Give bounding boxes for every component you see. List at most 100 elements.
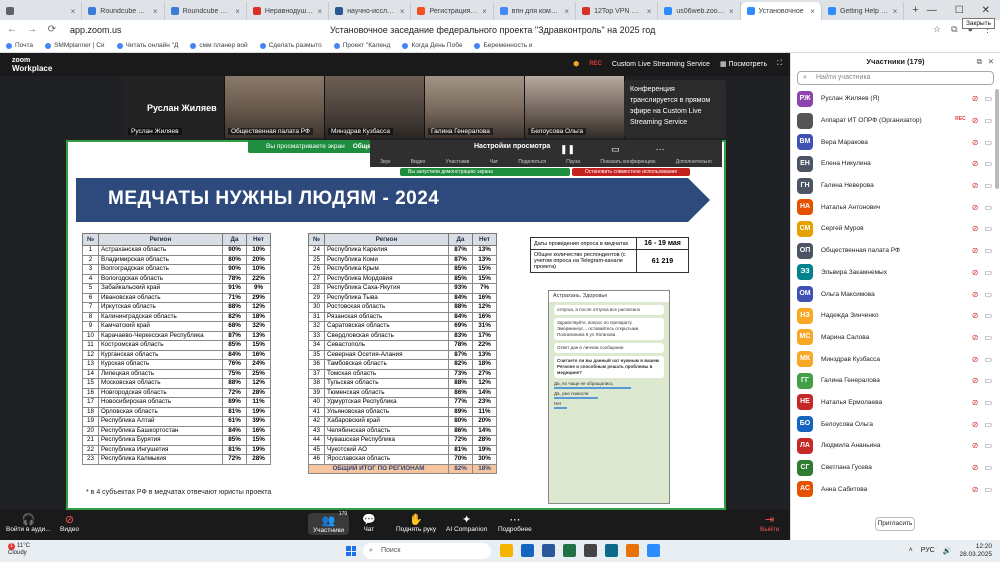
panel-scrollbar[interactable] [995, 89, 999, 189]
close-tab-icon[interactable]: × [893, 7, 898, 16]
participant-row[interactable]: РЖ Руслан Жиляев (Я) ⊘ ▭ [791, 88, 1000, 110]
participant-row[interactable]: ГГ Галина Генералова ⊘ ▭ [791, 370, 1000, 392]
video-tile[interactable]: Белоусова Ольга [525, 76, 625, 138]
url-field[interactable]: app.zoom.us [70, 25, 122, 35]
participant-row[interactable]: НЕ Наталья Ермолаева ⊘ ▭ [791, 392, 1000, 414]
app-icon[interactable] [584, 544, 597, 557]
participant-row[interactable]: ЕН Елена Никулина ⊘ ▭ [791, 153, 1000, 175]
extensions-icon[interactable]: ⧉ [951, 24, 957, 35]
chat-button[interactable]: 💬 Чат [362, 513, 376, 533]
back-icon[interactable]: ← [6, 24, 18, 35]
browser-tab[interactable]: впн для компьюто× [494, 2, 577, 20]
explorer-icon[interactable] [500, 544, 513, 557]
browser-tab[interactable]: Roundcube Webm× [82, 2, 165, 20]
shield-icon[interactable]: ⬢ [573, 60, 579, 68]
start-button[interactable] [346, 546, 356, 556]
browser-tab[interactable]: Неравнодушный × [247, 2, 330, 20]
bookmark-item[interactable]: смм планер вой [190, 42, 248, 49]
reload-icon[interactable]: ⟳ [46, 24, 58, 35]
taskbar-search[interactable]: ⌕ Поиск [363, 543, 491, 559]
new-tab-icon[interactable]: + [904, 4, 926, 16]
participant-row[interactable]: НЗ Надежда Зинченко ⊘ ▭ [791, 305, 1000, 327]
maximize-icon[interactable]: ☐ [955, 5, 964, 16]
close-tab-icon[interactable]: × [400, 7, 405, 16]
language-indicator[interactable]: РУС [921, 547, 935, 554]
share-control-label[interactable]: Дополнительно [676, 159, 712, 165]
share-control-label[interactable]: Пауза [566, 159, 580, 165]
participant-row[interactable]: АС Анна Сабитова ⊘ ▭ [791, 478, 1000, 500]
video-button[interactable]: ⊘ Видео [60, 513, 79, 533]
excel-icon[interactable] [563, 544, 576, 557]
show-meeting-icon[interactable]: ▭ [611, 144, 620, 155]
more-icon[interactable]: ⋯ [656, 144, 665, 155]
bookmark-item[interactable]: Когда День Побе [402, 42, 462, 49]
video-tile[interactable]: Галина Генералова [425, 76, 525, 138]
share-control-label[interactable]: Показать конференцию [600, 159, 655, 165]
popout-icon[interactable]: ⧉ [977, 53, 982, 71]
close-tab-icon[interactable]: × [71, 7, 76, 16]
close-tab-icon[interactable]: × [153, 7, 158, 16]
share-control-label[interactable]: Поделиться [518, 159, 546, 165]
chevron-up-icon[interactable]: ˄ [909, 547, 913, 554]
close-tab-icon[interactable]: × [318, 7, 323, 16]
video-tile[interactable]: Минздрав Кузбасса [325, 76, 425, 138]
forward-icon[interactable]: → [26, 24, 38, 35]
join-audio-button[interactable]: 🎧 Войти в ауди... [6, 513, 51, 533]
bookmark-star-icon[interactable]: ☆ [933, 24, 941, 35]
close-tab-icon[interactable]: × [482, 7, 487, 16]
browser-tab[interactable]: Roundcube Webm× [165, 2, 247, 20]
participant-row[interactable]: МК Минздрав Кузбасса ⊘ ▭ [791, 348, 1000, 370]
participant-row[interactable]: МС Марина Салова ⊘ ▭ [791, 327, 1000, 349]
pause-icon[interactable]: ❚❚ [560, 144, 575, 155]
bookmark-item[interactable]: Проект "Календ [333, 42, 390, 49]
ai-companion-button[interactable]: ✦ AI Companion [446, 513, 487, 533]
participant-row[interactable]: ВМ Вера Маракова ⊘ ▭ [791, 131, 1000, 153]
video-tile[interactable]: Общественная палата РФ [225, 76, 325, 138]
invite-button[interactable]: Пригласить [875, 517, 915, 531]
yandex-icon[interactable] [521, 544, 534, 557]
participants-button[interactable]: 👥 179 Участники [308, 511, 350, 535]
close-tab-icon[interactable]: × [729, 7, 734, 16]
participant-row[interactable]: СГ Светлана Гусева ⊘ ▭ [791, 457, 1000, 479]
participant-row[interactable]: ЛА Людмила Ананьина ⊘ ▭ [791, 435, 1000, 457]
close-panel-icon[interactable]: ✕ [988, 53, 994, 71]
close-window-icon[interactable]: ✕ [982, 5, 990, 16]
more-button[interactable]: ⋯ Подробнее [498, 513, 532, 533]
bookmark-item[interactable]: Беременность и [474, 42, 533, 49]
raise-hand-button[interactable]: ✋ Поднять руку [396, 513, 436, 533]
participant-row[interactable]: НА Наталья Антонович ⊘ ▭ [791, 196, 1000, 218]
browser-icon[interactable] [626, 544, 639, 557]
participant-row[interactable]: ОМ Ольга Максимова ⊘ ▭ [791, 283, 1000, 305]
weather-widget[interactable]: 1 11°C Cloudy [8, 543, 30, 557]
participant-row[interactable]: ОП Общественная палата РФ ⊘ ▭ [791, 240, 1000, 262]
view-settings-button[interactable]: Настройки просмотра [474, 143, 550, 150]
bookmark-item[interactable]: Читать онлайн "Д [116, 42, 178, 49]
fullscreen-icon[interactable]: ⛶ [777, 60, 782, 68]
browser-tab[interactable]: × [0, 2, 83, 20]
video-tile[interactable]: Руслан Жиляев Руслан Жиляев [125, 76, 225, 138]
stop-share-button[interactable]: Остановить совместное использование [572, 168, 690, 176]
browser-tab[interactable]: Getting Help from × [822, 2, 905, 20]
browser-tab[interactable]: 12Top VPN — скача × [576, 2, 659, 20]
participant-row[interactable]: ГН Галина Неверова ⊘ ▭ [791, 175, 1000, 197]
participant-row[interactable]: Аппарат ИТ ОПРФ (Организатор) REC ⊘ ▭ [791, 110, 1000, 132]
participant-row[interactable]: БО Белоусова Ольга ⊘ ▭ [791, 413, 1000, 435]
stream-indicator[interactable]: Custom Live Streaming Service [612, 61, 710, 68]
browser-tab[interactable]: научно-исследо × [329, 2, 412, 20]
volume-icon[interactable]: 🔊 [943, 547, 952, 555]
browser-tab[interactable]: Установочное × [740, 2, 822, 20]
leave-button[interactable]: ⇥ Выйти [760, 513, 779, 533]
share-control-label[interactable]: Участники [446, 159, 470, 165]
app-icon[interactable] [605, 544, 618, 557]
browser-tab[interactable]: Регистрация в к × [411, 2, 494, 20]
bookmark-item[interactable]: Сделать размыто [259, 42, 322, 49]
browser-tab[interactable]: us06web.zoom.us × [658, 2, 741, 20]
view-menu[interactable]: ▦ Посмотреть [720, 60, 767, 68]
close-tab-icon[interactable]: × [810, 7, 815, 16]
bookmark-item[interactable]: Почта [6, 42, 33, 49]
minimize-icon[interactable]: — [927, 5, 937, 16]
participant-row[interactable]: ЭЗ Эльвира Закамнемых ⊘ ▭ [791, 262, 1000, 284]
clock[interactable]: 12:20 28.03.2025 [959, 543, 992, 558]
share-control-label[interactable]: Звук [380, 159, 390, 165]
close-tab-icon[interactable]: × [235, 7, 240, 16]
